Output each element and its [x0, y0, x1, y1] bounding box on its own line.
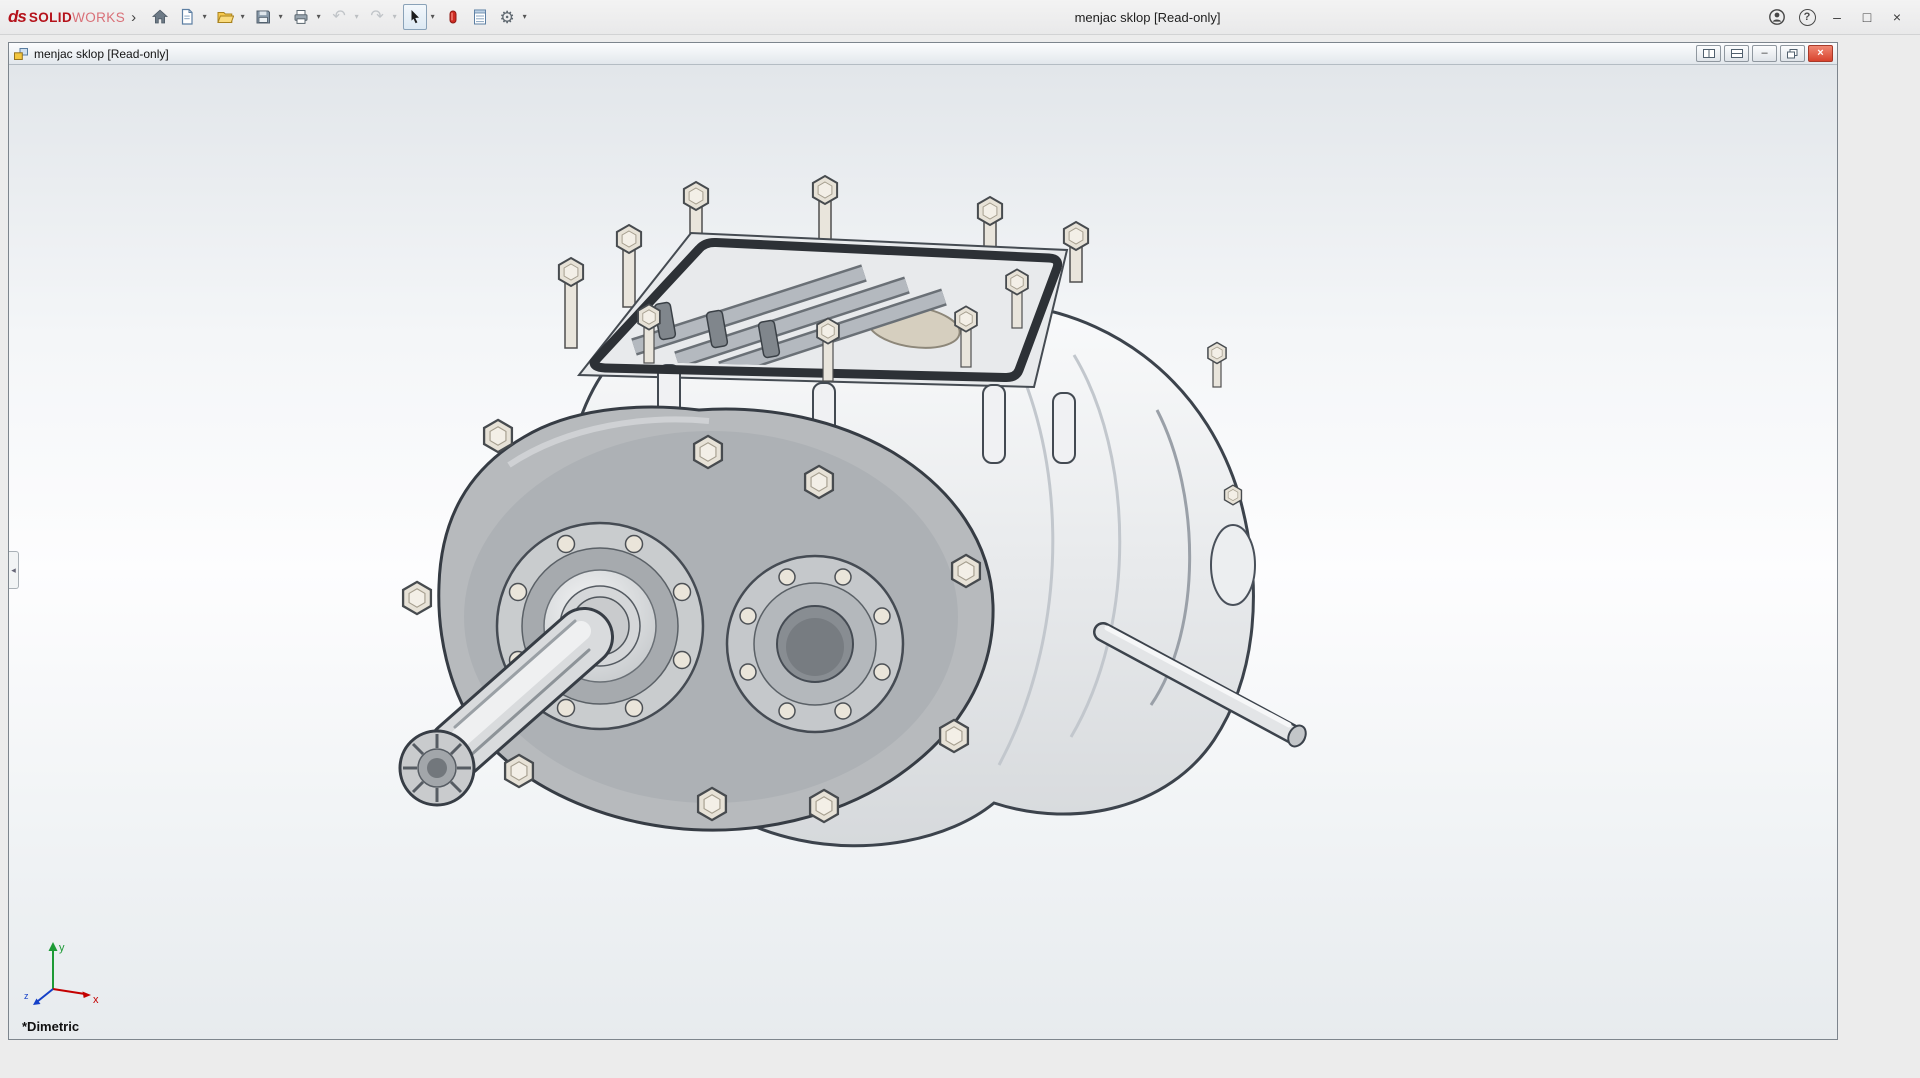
output-boss[interactable]: [725, 554, 905, 734]
solidworks-logo: ds SOLID WORKS: [8, 7, 126, 26]
gearbox-model[interactable]: [9, 65, 1837, 1039]
view-orientation-label: *Dimetric: [22, 1019, 80, 1034]
options-dropdown[interactable]: ▾: [519, 4, 530, 30]
redo-dropdown[interactable]: ▾: [389, 4, 400, 30]
dassault-logo: ds: [8, 7, 27, 26]
options-button[interactable]: ⚙: [495, 4, 519, 30]
select-arrow-icon: [411, 10, 420, 24]
app-window-controls: ? – □ ×: [1762, 4, 1912, 30]
orientation-triad[interactable]: y x z: [23, 931, 107, 1015]
doc-close-button[interactable]: ×: [1808, 45, 1833, 62]
user-profile-button[interactable]: [1762, 4, 1792, 30]
menu-expand-arrow-icon[interactable]: ›: [131, 9, 136, 26]
select-tool-button[interactable]: [403, 4, 428, 30]
document-title-bar[interactable]: menjac sklop [Read-only] – ×: [9, 43, 1837, 65]
doc-restore-button[interactable]: [1780, 45, 1805, 62]
window-tile-button-1[interactable]: [1696, 45, 1721, 62]
open-dropdown[interactable]: ▾: [237, 4, 248, 30]
app-window-title: menjac sklop [Read-only]: [1074, 9, 1221, 25]
save-dropdown[interactable]: ▾: [275, 4, 286, 30]
print-button[interactable]: [289, 4, 313, 30]
file-properties-icon: [474, 9, 487, 25]
open-folder-icon: [217, 12, 235, 23]
splined-shaft-end: [398, 729, 476, 807]
new-document-icon: [182, 8, 193, 25]
redo-icon: ↷: [370, 8, 384, 25]
undo-dropdown[interactable]: ▾: [351, 4, 362, 30]
new-document-dropdown[interactable]: ▾: [199, 4, 210, 30]
rebuild-icon: [449, 10, 457, 24]
tile-horizontal-icon: [1730, 49, 1743, 58]
redo-button[interactable]: ↷: [365, 4, 389, 30]
document-window: menjac sklop [Read-only] – × y x z *Dime…: [8, 42, 1838, 1040]
save-button[interactable]: [251, 4, 275, 30]
assembly-document-icon: [14, 47, 28, 60]
graphics-viewport[interactable]: y x z *Dimetric ◂: [9, 65, 1837, 1039]
home-button[interactable]: [148, 4, 172, 30]
print-dropdown[interactable]: ▾: [313, 4, 324, 30]
collapse-arrow-icon: ◂: [11, 564, 16, 575]
help-button[interactable]: ?: [1792, 4, 1822, 30]
app-maximize-button[interactable]: □: [1852, 4, 1882, 30]
open-button[interactable]: [213, 4, 237, 30]
gear-icon: ⚙: [499, 7, 515, 27]
app-close-button[interactable]: ×: [1882, 4, 1912, 30]
home-icon: [152, 9, 169, 24]
restore-icon: [1787, 48, 1798, 58]
select-tool-dropdown[interactable]: ▾: [427, 4, 438, 30]
print-icon: [294, 10, 308, 24]
user-profile-icon: [1769, 9, 1785, 25]
quick-access-toolbar: ▾ ▾ ▾ ▾ ↶ ▾ ↷ ▾ ▾ ⚙ ▾: [148, 0, 533, 34]
app-title-bar: ds SOLID WORKS › ▾ ▾ ▾ ▾ ↶ ▾ ↷ ▾ ▾ ⚙ ▾ m…: [0, 0, 1920, 35]
tile-vertical-icon: [1702, 49, 1715, 58]
window-tile-button-2[interactable]: [1724, 45, 1749, 62]
triad-y-label: y: [59, 942, 65, 954]
title-zone: menjac sklop [Read-only]: [533, 10, 1762, 25]
triad-x-label: x: [93, 994, 99, 1006]
app-minimize-button[interactable]: –: [1822, 4, 1852, 30]
save-icon: [256, 10, 271, 24]
document-title: menjac sklop [Read-only]: [34, 46, 169, 61]
undo-button[interactable]: ↶: [327, 4, 351, 30]
rebuild-button[interactable]: [441, 4, 465, 30]
help-icon: ?: [1798, 8, 1816, 26]
undo-icon: ↶: [332, 8, 346, 25]
doc-minimize-button[interactable]: –: [1752, 45, 1777, 62]
file-properties-button[interactable]: [468, 4, 492, 30]
panel-collapse-tab[interactable]: ◂: [9, 551, 19, 589]
new-document-button[interactable]: [175, 4, 199, 30]
triad-z-label: z: [24, 991, 29, 1001]
